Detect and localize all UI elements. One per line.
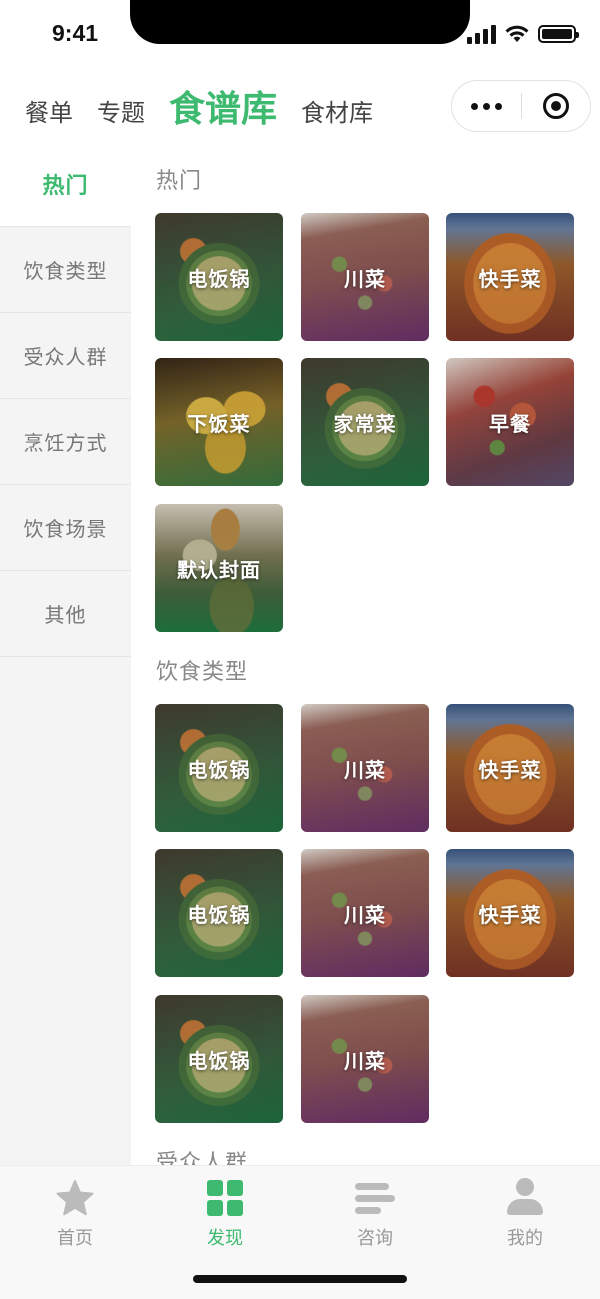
category-tile[interactable]: 默认封面 [155,504,283,632]
tab-ingredient-library[interactable]: 食材库 [301,93,373,140]
wifi-icon [505,25,529,42]
tabbar-item-consult[interactable]: 咨询 [300,1178,450,1250]
category-tile[interactable]: 早餐 [446,358,574,486]
sidebar-item-diet-type[interactable]: 饮食类型 [0,227,131,313]
sidebar-item-dining-scene[interactable]: 饮食场景 [0,485,131,571]
tile-label: 快手菜 [478,902,542,927]
mini-program-capsule [451,80,591,132]
status-bar: 9:41 [0,0,600,70]
tile-label: 川菜 [344,266,386,291]
more-icon [471,102,478,110]
tab-label: 首页 [57,1228,93,1249]
category-tile[interactable]: 电饭锅 [155,704,283,832]
category-tile[interactable]: 下饭菜 [155,358,283,486]
tile-label: 电饭锅 [187,1048,251,1073]
section-title-diet-type: 饮食类型 [156,660,249,685]
target-icon [542,93,569,119]
tab-recipe-library[interactable]: 食谱库 [169,80,277,140]
tile-label: 早餐 [489,411,531,436]
category-tile[interactable]: 快手菜 [446,213,574,341]
tabbar-item-home[interactable]: 首页 [0,1178,150,1250]
more-options-button[interactable] [452,81,521,131]
category-tile[interactable]: 川菜 [301,213,429,341]
tile-label: 电饭锅 [187,757,251,782]
tile-label: 电饭锅 [187,266,251,291]
category-tile[interactable]: 川菜 [301,995,429,1123]
tile-label: 家常菜 [333,411,397,436]
sidebar-item-audience[interactable]: 受众人群 [0,313,131,399]
grid-icon [205,1178,245,1218]
tab-label: 发现 [207,1228,243,1249]
category-tile[interactable]: 电饭锅 [155,849,283,977]
tab-label: 咨询 [357,1228,393,1249]
tabbar-item-mine[interactable]: 我的 [450,1178,600,1250]
tile-label: 川菜 [344,902,386,927]
tile-label: 默认封面 [177,557,261,582]
tile-label: 电饭锅 [187,902,251,927]
category-tile[interactable]: 川菜 [301,849,429,977]
status-icons [467,24,579,44]
person-icon [505,1178,545,1218]
sidebar-item-other[interactable]: 其他 [0,571,131,657]
category-tile[interactable]: 川菜 [301,704,429,832]
tab-topics[interactable]: 专题 [97,93,145,140]
sidebar-item-popular[interactable]: 热门 [0,141,131,227]
recipe-category-content[interactable]: 热门 电饭锅 川菜 快手菜 下饭菜 家常菜 早餐 默认封面 饮食类型 电饭锅 川… [131,141,600,1165]
battery-icon [538,25,579,43]
tile-label: 下饭菜 [187,411,251,436]
tab-menu[interactable]: 餐单 [25,93,73,140]
category-tile[interactable]: 电饭锅 [155,213,283,341]
tile-label: 快手菜 [478,757,542,782]
section-title-popular: 热门 [156,169,203,194]
category-tile[interactable]: 家常菜 [301,358,429,486]
category-tile[interactable]: 快手菜 [446,704,574,832]
status-time: 9:41 [52,20,99,46]
tile-label: 川菜 [344,757,386,782]
signal-icon [467,24,496,44]
category-sidebar: 热门 饮食类型 受众人群 烹饪方式 饮食场景 其他 [0,141,131,1165]
top-tabs: 餐单 专题 食谱库 食材库 [25,84,373,140]
tile-label: 川菜 [344,1048,386,1073]
category-tile[interactable]: 电饭锅 [155,995,283,1123]
bottom-tab-bar: 首页 发现 咨询 我的 [0,1165,600,1299]
tabbar-item-discover[interactable]: 发现 [150,1178,300,1250]
home-indicator [193,1275,407,1283]
star-icon [55,1178,95,1218]
tile-label: 快手菜 [478,266,542,291]
section-title-audience: 受众人群 [156,1151,249,1165]
close-mini-program-button[interactable] [522,81,590,131]
notch [130,0,470,44]
category-tile[interactable]: 快手菜 [446,849,574,977]
tab-label: 我的 [507,1228,543,1249]
lines-icon [355,1178,395,1218]
sidebar-item-cooking-method[interactable]: 烹饪方式 [0,399,131,485]
